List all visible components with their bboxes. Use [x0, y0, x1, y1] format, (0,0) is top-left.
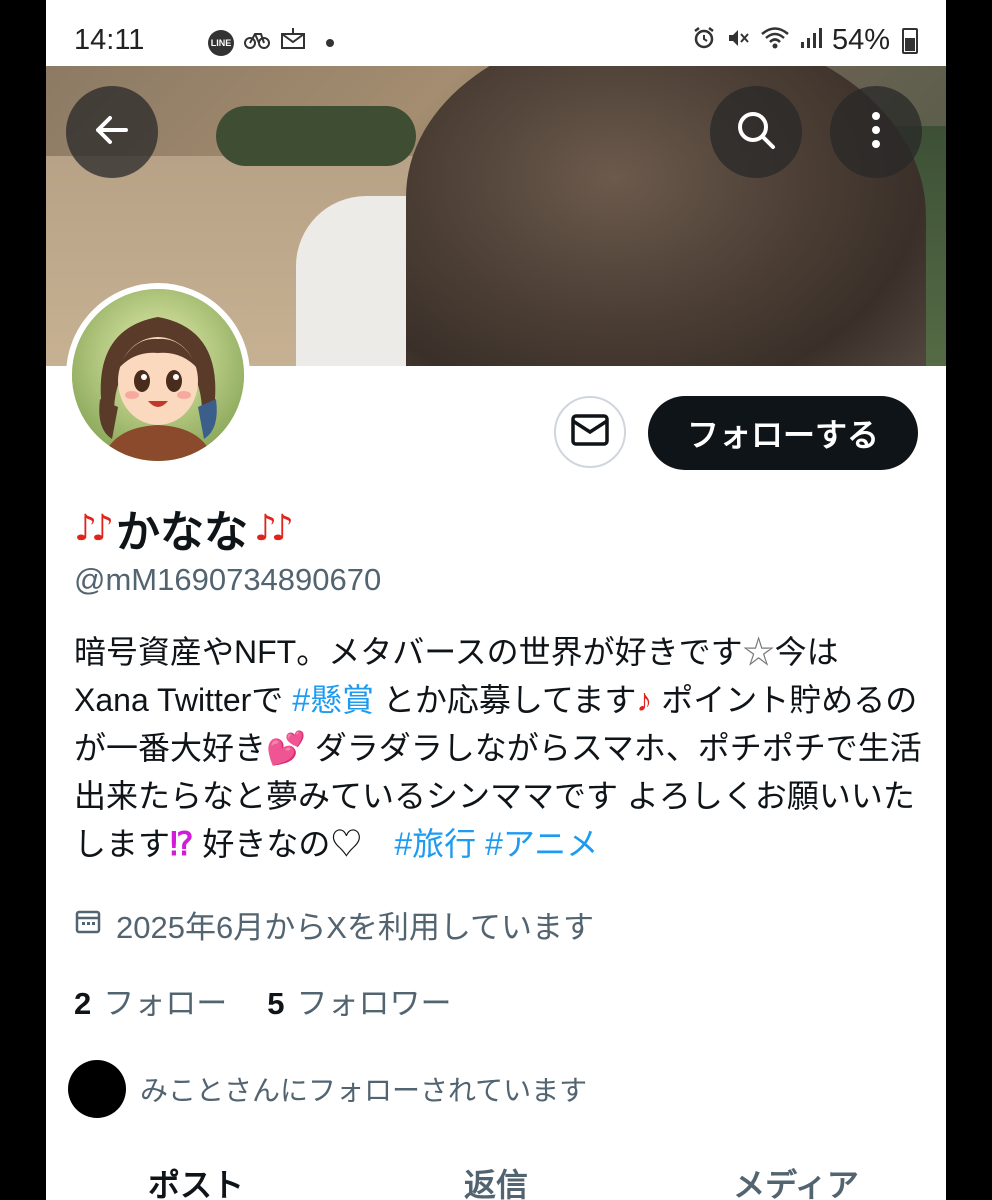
- join-date-text: 2025年6月からXを利用しています: [116, 910, 594, 945]
- search-icon: [732, 106, 780, 158]
- system-status: 54%: [692, 24, 918, 57]
- bio-text: とか応募してます: [374, 682, 637, 718]
- hashtag-link[interactable]: #アニメ: [485, 826, 598, 862]
- status-bar: 14:11 LINE 54%: [46, 0, 946, 66]
- hearts-icon: 💕: [266, 730, 306, 766]
- more-vertical-icon: [870, 108, 882, 156]
- profile-avatar[interactable]: [66, 283, 250, 467]
- display-name: ♪♪ かなな ♪♪: [74, 496, 294, 560]
- bio-text: Xana Twitterで: [74, 682, 293, 718]
- following-link[interactable]: 2 フォロー: [74, 978, 227, 1023]
- profile-tabs: ポスト 返信 メディア: [46, 1160, 946, 1200]
- signal-icon: [800, 26, 822, 56]
- wifi-icon: [760, 26, 790, 56]
- bio-text: 暗号資産やNFT。メタバースの世界が好きです: [74, 634, 743, 670]
- profile-screen: 14:11 LINE 54% フォローする ♪♪ かなな ♪♪ @mM16907…: [46, 0, 946, 1200]
- music-notes-icon: ♪♪: [253, 507, 294, 549]
- message-button[interactable]: [554, 396, 626, 468]
- tab-media[interactable]: メディア: [646, 1160, 946, 1200]
- star-icon: ☆: [742, 634, 775, 670]
- avatar: [68, 1060, 126, 1118]
- battery-icon: [902, 27, 918, 54]
- profile-handle: @mM1690734890670: [74, 562, 382, 597]
- line-icon: LINE: [208, 29, 234, 56]
- following-label: フォロー: [103, 986, 228, 1021]
- back-button[interactable]: [66, 86, 158, 178]
- more-options-button[interactable]: [830, 86, 922, 178]
- tab-posts[interactable]: ポスト: [46, 1160, 346, 1200]
- tab-replies[interactable]: 返信: [346, 1160, 646, 1200]
- follow-stats: 2 フォロー 5 フォロワー: [74, 978, 452, 1023]
- join-date: 2025年6月からXを利用しています: [74, 902, 594, 947]
- hashtag-link[interactable]: #旅行: [394, 826, 476, 862]
- followed-by-text: みことさんにフォローされています: [140, 1075, 588, 1106]
- battery-percent: 54%: [831, 24, 890, 56]
- notification-icons: LINE: [208, 28, 334, 57]
- profile-name: かなな: [115, 507, 248, 558]
- calendar-icon: [74, 907, 102, 943]
- followed-by[interactable]: みことさんにフォローされています: [68, 1060, 587, 1118]
- music-note-icon: ♪: [636, 682, 653, 718]
- back-arrow-icon: [90, 108, 134, 156]
- exclamation-question-icon: ⁉: [170, 826, 194, 862]
- follow-button[interactable]: フォローする: [648, 396, 918, 470]
- mail-icon: [280, 28, 306, 57]
- profile-bio: 暗号資産やNFT。メタバースの世界が好きです☆今は Xana Twitterで #…: [74, 628, 924, 868]
- status-time: 14:11: [74, 24, 145, 56]
- bio-text: 今は: [774, 634, 839, 670]
- followers-label: フォロワー: [296, 986, 452, 1021]
- mute-icon: [726, 26, 750, 56]
- hashtag-link[interactable]: #懸賞: [292, 682, 374, 718]
- more-notifications-dot-icon: [326, 38, 334, 47]
- alarm-icon: [692, 26, 716, 56]
- following-count: 2: [74, 986, 92, 1021]
- music-notes-icon: ♪♪: [74, 507, 114, 549]
- followers-link[interactable]: 5 フォロワー: [267, 978, 451, 1023]
- mail-icon: [570, 413, 610, 451]
- search-button[interactable]: [710, 86, 802, 178]
- bio-text: 好きなの♡: [193, 826, 395, 862]
- followers-count: 5: [267, 986, 285, 1021]
- bike-icon: [244, 28, 270, 57]
